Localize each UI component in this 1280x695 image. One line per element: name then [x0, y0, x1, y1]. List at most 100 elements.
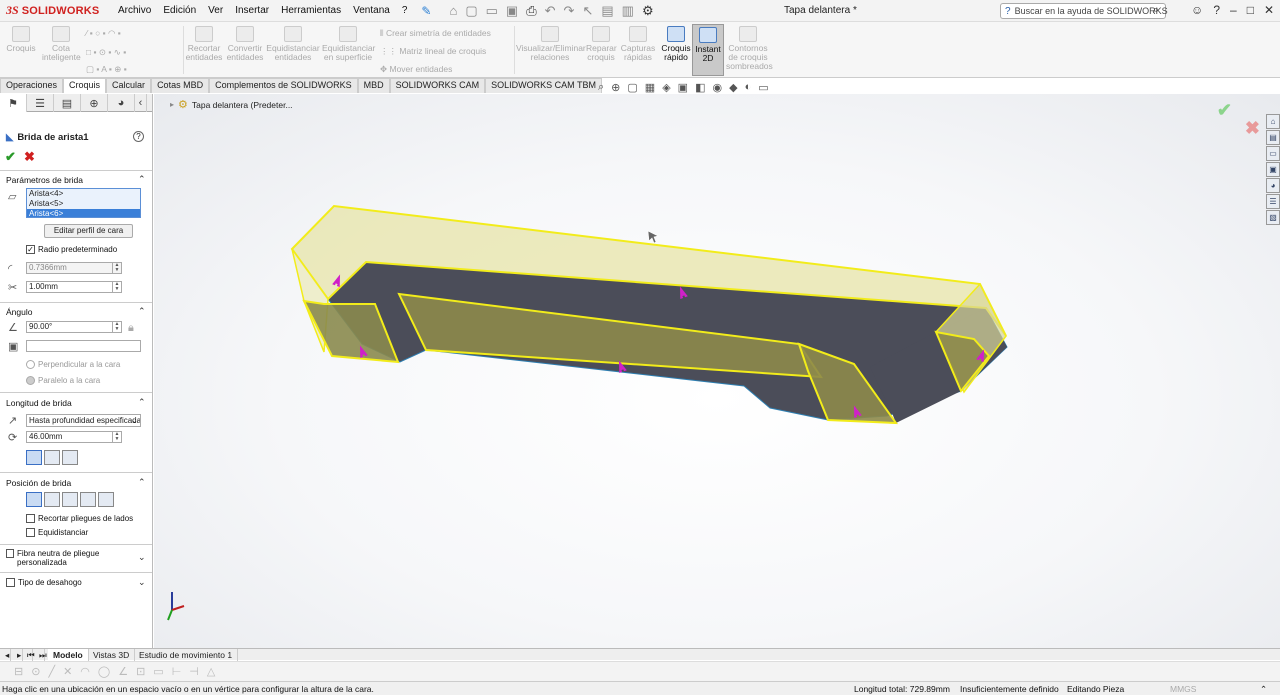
cancel-button[interactable]: ✖	[24, 149, 35, 165]
rect-tools-icons[interactable]: □ ▪ ⊙ ▪ ∿ ▪	[86, 47, 126, 58]
view-settings-icon[interactable]: ▭	[758, 81, 768, 94]
graphics-area[interactable]: ▸ ⚙ Tapa delantera (Predeter... ✔ ✖ ⌂ ▤ …	[154, 94, 1280, 648]
spinner-icon[interactable]: ▲ ▼	[112, 263, 121, 273]
expand-chevron-icon[interactable]: ⌄	[138, 577, 146, 588]
maximize-icon[interactable]: □	[1247, 3, 1254, 17]
status-expand-icon[interactable]: ⌃	[1260, 684, 1267, 695]
new-document-icon[interactable]: ▢	[465, 3, 477, 19]
spinner-icon[interactable]: ▲ ▼	[112, 432, 121, 442]
tangent-bend-icon[interactable]	[62, 450, 78, 465]
material-outside-icon[interactable]	[44, 492, 60, 507]
perpendicular-radio[interactable]: Perpendicular a la cara	[26, 360, 120, 369]
collapse-chevron-icon[interactable]: ⌃	[138, 174, 146, 185]
collapse-chevron-icon[interactable]: ⌃	[138, 306, 146, 317]
menu-ventana[interactable]: Ventana	[347, 5, 396, 16]
reverse-direction-icon[interactable]: ↗	[8, 414, 21, 427]
paralelo-radio[interactable]: Paralelo a la cara	[26, 376, 100, 385]
tab-solidworks-cam-tbm[interactable]: SOLIDWORKS CAM TBM	[485, 78, 602, 93]
length-end-condition-select[interactable]: Hasta profundidad especificada ⌄	[26, 414, 141, 427]
solidworks-logo[interactable]: 3S SOLIDWORKS	[0, 0, 112, 22]
edge-item[interactable]: Arista<6>	[27, 209, 140, 217]
visualizar-relaciones-button[interactable]: Visualizar/Eliminar relaciones	[516, 26, 586, 62]
equidistanciar-button[interactable]: Equidistanciar entidades	[266, 26, 320, 62]
collapse-chevron-icon[interactable]: ⌃	[138, 477, 146, 488]
tipo-desahogo-checkbox[interactable]: Tipo de desahogo	[6, 578, 82, 587]
select-icon[interactable]: ↖	[582, 3, 593, 19]
menu-ayuda[interactable]: ?	[396, 5, 414, 16]
apply-scene-icon[interactable]: ◐	[745, 81, 752, 94]
sketch-angle-icon[interactable]: ∠	[118, 665, 128, 678]
edit-appearance-icon[interactable]: ◆	[729, 81, 737, 94]
home-icon[interactable]: ⌂	[449, 3, 457, 19]
sketch-circle-icon[interactable]: ⊙	[31, 665, 40, 678]
tab-scroll-last-icon[interactable]: ⏭	[34, 649, 47, 661]
simetria-button[interactable]: ⫴ Crear simetría de entidades	[380, 28, 491, 39]
reparar-croquis-button[interactable]: Reparar croquis	[586, 26, 617, 62]
rebuild-icon[interactable]: ▤	[601, 3, 613, 19]
angulo-section-title[interactable]: Ángulo	[6, 307, 32, 317]
croquis-button[interactable]: Croquis	[6, 26, 36, 53]
ok-button[interactable]: ✔	[5, 149, 16, 165]
matriz-button[interactable]: ⋮⋮ Matriz lineal de croquis	[380, 46, 486, 57]
close-icon[interactable]: ✕	[1264, 3, 1274, 17]
sketch-trim-icon[interactable]: ✕	[63, 665, 72, 678]
print-icon[interactable]: ⎙	[526, 3, 536, 19]
tab-complementos[interactable]: Complementos de SOLIDWORKS	[209, 78, 358, 93]
edge-item[interactable]: Arista<4>	[27, 189, 140, 199]
sketch-arc-icon[interactable]: ◠	[80, 665, 90, 678]
tab-cotas-mbd[interactable]: Cotas MBD	[151, 78, 210, 93]
sketch-line-icon[interactable]: ╱	[48, 665, 55, 678]
equidistanciar-superficie-button[interactable]: Equidistanciar en superficie	[322, 26, 375, 62]
panel-tabs-chevron-icon[interactable]: ‹	[135, 94, 147, 112]
part-model-view[interactable]	[154, 94, 1280, 648]
croquis-rapido-button[interactable]: Croquis rápido	[660, 26, 692, 62]
tab-croquis[interactable]: Croquis	[63, 78, 107, 93]
zoom-to-fit-icon[interactable]: ⌕	[598, 81, 604, 94]
pin-icon[interactable]: ✎	[421, 4, 431, 18]
menu-edicion[interactable]: Edición	[157, 5, 202, 16]
sketch-offset-icon[interactable]: ⊡	[136, 665, 145, 678]
tab-solidworks-cam[interactable]: SOLIDWORKS CAM	[389, 78, 486, 93]
save-icon[interactable]: ▣	[506, 3, 518, 19]
sketch-tool-icon[interactable]: ⊟	[14, 665, 23, 678]
equidistanciar-checkbox[interactable]: Equidistanciar	[26, 528, 88, 537]
capturas-rapidas-button[interactable]: Capturas rápidas	[620, 26, 656, 62]
undo-icon[interactable]: ↶	[545, 3, 556, 19]
spinner-icon[interactable]: ▲ ▼	[112, 322, 121, 332]
lock-icon[interactable]: 🔒︎	[128, 322, 141, 334]
fibra-neutra-checkbox[interactable]: Fibra neutra de pliegue personalizada	[6, 549, 132, 567]
file-properties-icon[interactable]: ▥	[622, 3, 634, 19]
posicion-section-title[interactable]: Posición de brida	[6, 478, 71, 488]
help-search-box[interactable]: ? Buscar en la ayuda de SOLIDWORKS ⌕	[1000, 3, 1168, 19]
edges-selection-list[interactable]: Arista<4> Arista<5> Arista<6>	[26, 188, 141, 218]
dimxpert-tab-icon[interactable]: ⊕	[81, 94, 108, 112]
recortar-pliegues-checkbox[interactable]: Recortar pliegues de lados	[26, 514, 133, 523]
recortar-button[interactable]: Recortar entidades	[185, 26, 223, 62]
tab-modelo[interactable]: Modelo	[48, 649, 89, 661]
text-tools-icons[interactable]: ▢ ▪ A ▪ ⊕ ▪	[86, 64, 127, 75]
previous-view-icon[interactable]: ▢	[627, 81, 637, 94]
collapse-chevron-icon[interactable]: ⌃	[138, 397, 146, 408]
tab-mbd[interactable]: MBD	[357, 78, 390, 93]
display-manager-tab-icon[interactable]: ◕	[108, 94, 135, 112]
minimize-icon[interactable]: –	[1230, 3, 1237, 17]
outer-virtual-sharp-icon[interactable]	[26, 450, 42, 465]
hide-show-icon[interactable]: ◉	[712, 81, 722, 94]
material-inside-icon[interactable]	[26, 492, 42, 507]
dynamic-annotation-icon[interactable]: ◈	[662, 81, 670, 94]
mover-button[interactable]: ✥ Mover entidades	[380, 64, 452, 75]
user-icon[interactable]: ☺	[1191, 3, 1203, 17]
bend-outside-icon[interactable]	[62, 492, 78, 507]
virtual-sharp-icon[interactable]	[80, 492, 96, 507]
tab-scroll-first-icon[interactable]: ⏮	[22, 649, 35, 661]
expand-chevron-icon[interactable]: ⌄	[138, 552, 146, 563]
sketch-ellipse-icon[interactable]: ◯	[98, 665, 110, 678]
sketch-spline-icon[interactable]: ⊣	[189, 665, 199, 678]
options-gear-icon[interactable]: ⚙	[642, 3, 654, 19]
unit-system[interactable]: MMGS	[1170, 684, 1196, 694]
contornos-sombreados-button[interactable]: Contornos de croquis sombreados	[726, 26, 773, 71]
feature-manager-tab-icon[interactable]: ⚑	[0, 94, 27, 112]
editar-perfil-button[interactable]: Editar perfil de cara	[44, 224, 133, 238]
view-orientation-icon[interactable]: ▣	[678, 81, 688, 94]
longitud-section-title[interactable]: Longitud de brida	[6, 398, 72, 408]
